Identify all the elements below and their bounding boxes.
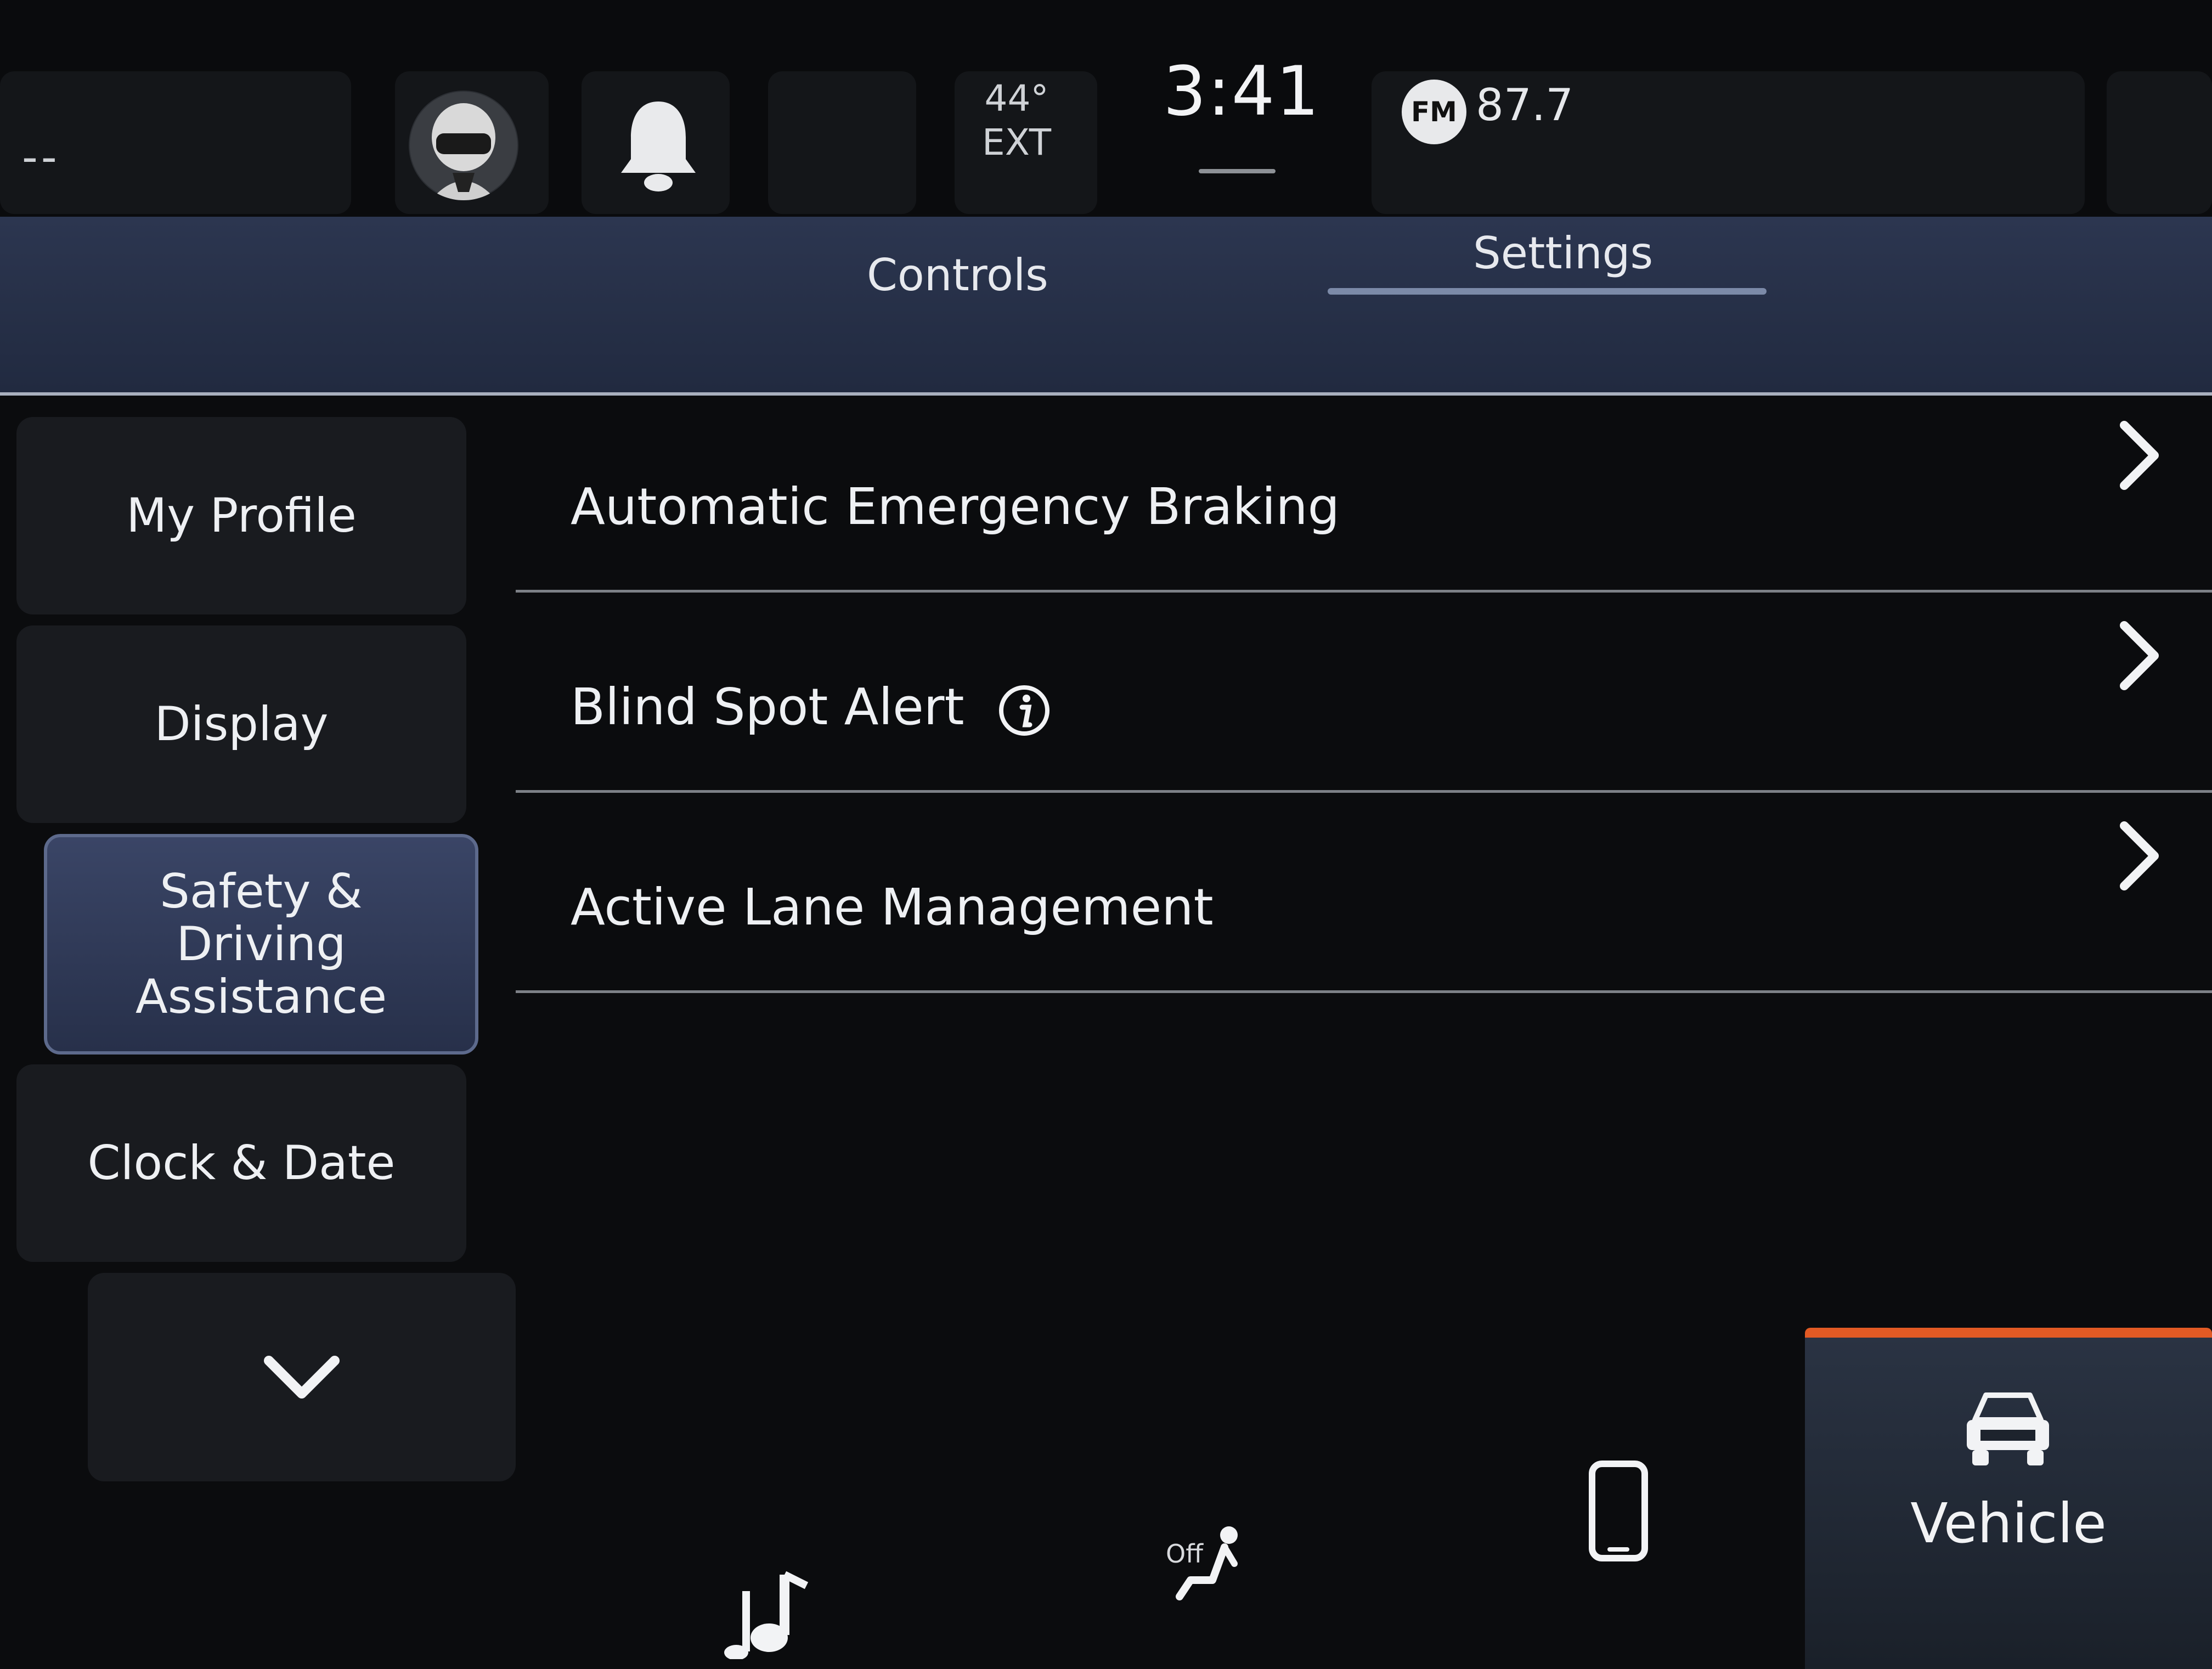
- radio-frequency: 87.7: [1476, 80, 1574, 131]
- tab-settings[interactable]: Settings: [1473, 228, 1653, 279]
- tab-controls[interactable]: Controls: [867, 250, 1048, 301]
- tab-bar: Controls Settings: [0, 217, 2212, 396]
- seat-icon[interactable]: [1174, 1525, 1245, 1602]
- list-item-active-lane-management[interactable]: Active Lane Management: [505, 796, 2212, 993]
- sidebar-item-display[interactable]: Display: [16, 625, 466, 823]
- sidebar-item-label: Display: [154, 697, 329, 752]
- list-item-label: Active Lane Management: [571, 878, 1214, 937]
- list-divider: [516, 790, 2212, 793]
- outside-temperature: 44° EXT: [982, 77, 1051, 165]
- list-item-label: Automatic Emergency Braking: [571, 477, 1340, 536]
- status-placeholder: --: [22, 132, 60, 183]
- status-tile-right: [2107, 71, 2212, 214]
- sidebar-item-my-profile[interactable]: My Profile: [16, 417, 466, 614]
- clock-time: 3:41: [1163, 52, 1321, 131]
- list-item-blind-spot-alert[interactable]: Blind Spot Alert: [505, 595, 2212, 793]
- profile-avatar-icon[interactable]: [409, 91, 518, 200]
- phone-icon[interactable]: [1585, 1459, 1651, 1564]
- empty-status-tile: [768, 71, 916, 214]
- list-item-automatic-emergency-braking[interactable]: Automatic Emergency Braking: [505, 395, 2212, 593]
- list-item-label: Blind Spot Alert: [571, 678, 964, 736]
- sidebar-item-label: My Profile: [126, 488, 357, 543]
- info-icon[interactable]: [997, 683, 1052, 738]
- vehicle-button[interactable]: Vehicle: [1805, 1328, 2212, 1669]
- chevron-down-icon: [264, 1356, 340, 1399]
- music-note-icon[interactable]: [724, 1569, 812, 1659]
- temperature-value: 44°: [984, 77, 1049, 120]
- status-bar: -- 44° EXT 3:41 FM 87.7: [0, 0, 2212, 219]
- chevron-right-icon: [2120, 421, 2159, 490]
- sidebar-item-safety-driving-assistance[interactable]: Safety & Driving Assistance: [44, 834, 478, 1055]
- vehicle-icon: [1967, 1392, 2049, 1465]
- sidebar-item-clock-date[interactable]: Clock & Date: [16, 1064, 466, 1262]
- sidebar-item-label: Clock & Date: [87, 1136, 396, 1191]
- vehicle-label: Vehicle: [1910, 1491, 2107, 1555]
- active-tab-indicator: [1328, 288, 1767, 295]
- list-divider: [516, 590, 2212, 593]
- list-item-label-group: Blind Spot Alert: [571, 678, 1052, 738]
- clock-underline: [1199, 169, 1276, 173]
- bell-icon[interactable]: [614, 96, 702, 195]
- sidebar-item-label: Safety & Driving Assistance: [135, 864, 387, 1024]
- temperature-label: EXT: [982, 121, 1052, 163]
- fm-badge: FM: [1402, 80, 1466, 144]
- chevron-right-icon: [2120, 621, 2159, 690]
- sidebar-more-button[interactable]: [88, 1273, 516, 1481]
- list-divider: [516, 990, 2212, 993]
- chevron-right-icon: [2120, 821, 2159, 890]
